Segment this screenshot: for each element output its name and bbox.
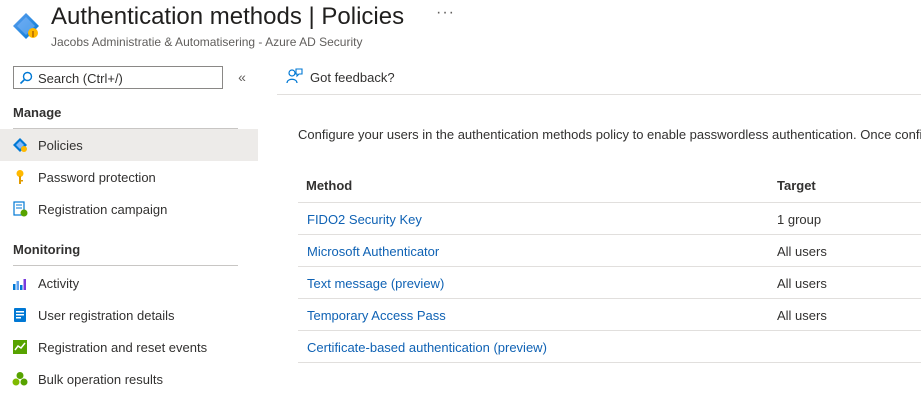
policy-description: Configure your users in the authenticati…	[298, 127, 921, 142]
table-row[interactable]: Temporary Access Pass All users	[298, 299, 921, 331]
methods-table: Method Target FIDO2 Security Key 1 group…	[298, 170, 921, 363]
activity-chart-icon	[13, 279, 26, 290]
column-header-method[interactable]: Method	[306, 178, 352, 193]
column-header-target[interactable]: Target	[777, 178, 816, 193]
table-row[interactable]: Microsoft Authenticator All users	[298, 235, 921, 267]
section-divider	[13, 265, 238, 266]
table-row[interactable]: Certificate-based authentication (previe…	[298, 331, 921, 363]
key-icon	[16, 170, 24, 184]
sidebar-item-label: Bulk operation results	[38, 372, 164, 387]
sidebar-item-registration-and-reset-events[interactable]: Registration and reset events	[0, 331, 258, 363]
section-header-manage: Manage	[13, 105, 62, 120]
page-title-main: Authentication methods	[51, 3, 302, 30]
collapse-sidebar-button[interactable]: «	[234, 68, 250, 86]
method-link[interactable]: Certificate-based authentication (previe…	[307, 340, 547, 355]
page-title: Authentication methods | Policies	[51, 3, 404, 31]
method-link[interactable]: Text message (preview)	[307, 276, 444, 291]
table-header: Method Target	[298, 170, 921, 203]
sidebar-item-label: Registration campaign	[38, 202, 168, 217]
feedback-button[interactable]: Got feedback?	[310, 70, 395, 85]
target-cell: All users	[777, 244, 827, 259]
method-link[interactable]: Temporary Access Pass	[307, 308, 446, 323]
target-cell: 1 group	[777, 212, 822, 227]
section-header-monitoring: Monitoring	[13, 242, 81, 257]
user-details-icon	[14, 308, 26, 322]
events-icon	[13, 340, 27, 354]
main-content: Got feedback? Configure your users in th…	[277, 56, 921, 416]
authentication-methods-icon	[13, 13, 39, 39]
sidebar-item-label: Activity	[38, 276, 80, 291]
sidebar: Search (Ctrl+/) « Manage Policies Passwo…	[0, 56, 258, 416]
bulk-results-icon	[12, 372, 28, 386]
target-cell: All users	[777, 276, 827, 291]
sidebar-item-label: Password protection	[38, 170, 156, 185]
target-cell: All users	[777, 308, 827, 323]
policy-diamond-icon	[13, 138, 27, 152]
sidebar-item-activity[interactable]: Activity	[0, 267, 258, 299]
toolbar: Got feedback?	[277, 56, 921, 95]
more-options-button[interactable]: ···	[436, 4, 455, 22]
sidebar-item-registration-campaign[interactable]: Registration campaign	[0, 193, 258, 225]
table-row[interactable]: Text message (preview) All users	[298, 267, 921, 299]
sidebar-item-label: User registration details	[38, 308, 175, 323]
search-icon	[19, 71, 33, 85]
search-placeholder: Search (Ctrl+/)	[38, 71, 123, 86]
search-input[interactable]: Search (Ctrl+/)	[13, 66, 223, 89]
sidebar-item-policies[interactable]: Policies	[0, 129, 258, 161]
table-row[interactable]: FIDO2 Security Key 1 group	[298, 203, 921, 235]
method-link[interactable]: Microsoft Authenticator	[307, 244, 439, 259]
registration-icon	[13, 201, 28, 217]
page-subtitle: Jacobs Administratie & Automatisering - …	[51, 35, 363, 49]
sidebar-item-label: Policies	[38, 138, 83, 153]
page-header: Authentication methods | Policies ··· Ja…	[0, 0, 921, 56]
method-link[interactable]: FIDO2 Security Key	[307, 212, 422, 227]
sidebar-item-user-registration-details[interactable]: User registration details	[0, 299, 258, 331]
sidebar-item-bulk-operation-results[interactable]: Bulk operation results	[0, 363, 258, 395]
title-separator: |	[308, 3, 315, 30]
sidebar-item-password-protection[interactable]: Password protection	[0, 161, 258, 193]
sidebar-item-label: Registration and reset events	[38, 340, 208, 355]
feedback-icon[interactable]	[286, 68, 303, 85]
page-title-suffix: Policies	[321, 3, 405, 30]
